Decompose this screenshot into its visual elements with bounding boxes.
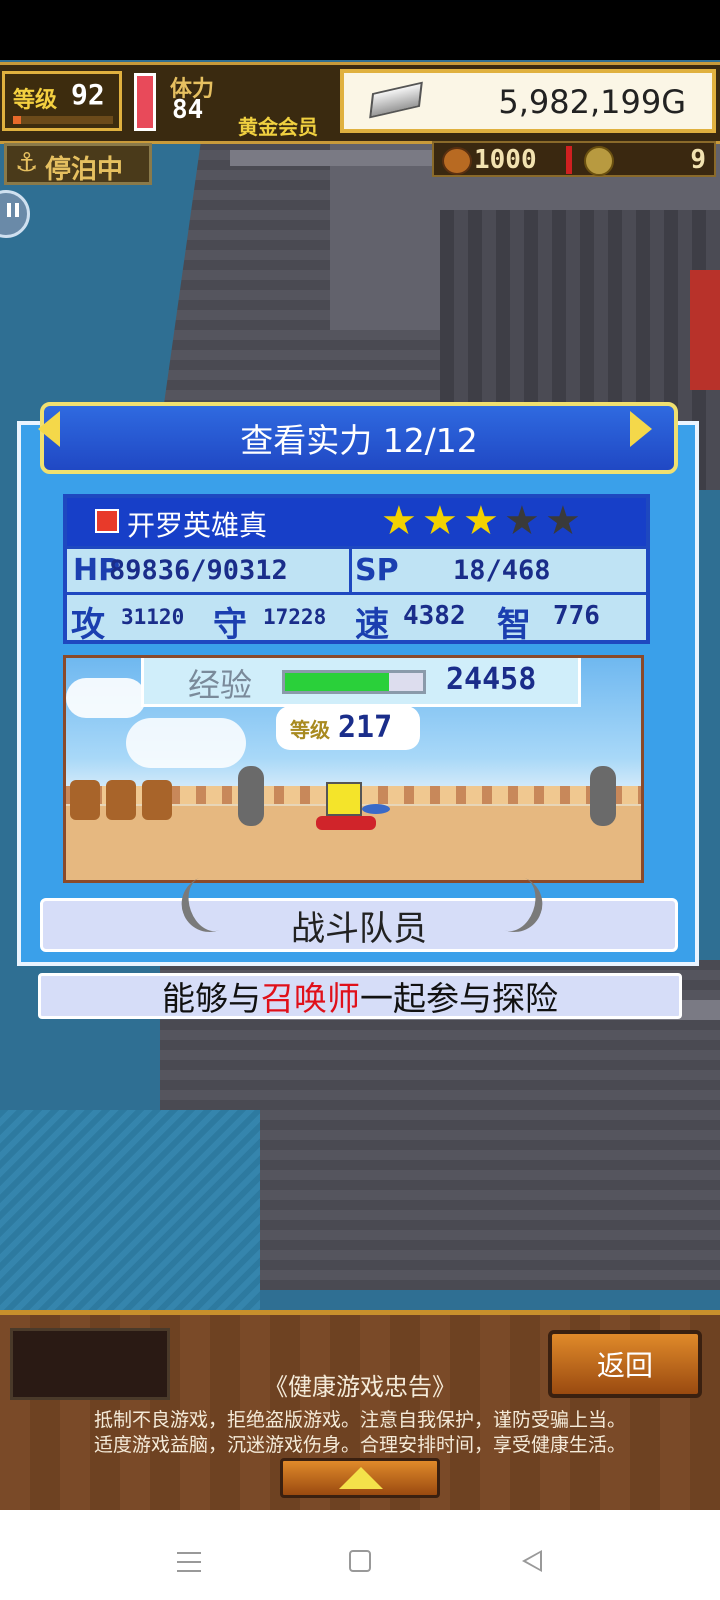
hp-gauge <box>134 73 156 131</box>
star-filled-icon: ★ <box>381 498 417 544</box>
hero-name: 开罗英雄真 <box>127 509 268 542</box>
up-arrow-icon <box>339 1467 383 1489</box>
home-icon[interactable] <box>349 1550 371 1572</box>
description-box: 能够与 召唤师 一起参与探险 <box>38 973 682 1019</box>
level-label: 等级 <box>13 88 58 113</box>
atk-label: 攻 <box>71 605 105 645</box>
anchor-icon: ⚓ <box>15 148 39 178</box>
crew-role-banner: 战斗队员 <box>40 898 678 952</box>
notice-line-2: 适度游戏益脑，沉迷游戏伤身。合理安排时间，享受健康生活。 <box>93 1434 626 1456</box>
hp-value: 89836/90312 <box>109 555 288 586</box>
gold-box: 5,982,199G <box>340 69 716 133</box>
atk-value: 31120 <box>121 605 185 629</box>
exp-bar <box>282 670 426 694</box>
gold-amount: 5,982,199G <box>498 83 686 121</box>
menu-icon[interactable] <box>177 1552 201 1572</box>
spd-label: 速 <box>355 605 389 645</box>
prev-arrow-button[interactable] <box>36 407 66 451</box>
stamina-value: 84 <box>172 95 204 125</box>
int-label: 智 <box>497 605 531 645</box>
notice-title: 《健康游戏忠告》 <box>264 1373 456 1401</box>
notice-line-1: 抵制不良游戏，拒绝盗版游戏。注意自我保护，谨防受骗上当。 <box>93 1409 626 1431</box>
sp-label: SP <box>355 553 399 588</box>
system-nav-bar <box>0 1510 720 1600</box>
chevron-right-icon <box>630 411 652 447</box>
spd-value: 4382 <box>403 601 466 631</box>
bread-icon <box>442 147 472 175</box>
top-hud: 等级 92 体力 84 黄金会员 5,982,199G <box>0 62 720 144</box>
chevron-left-icon <box>38 411 60 447</box>
food-value: 1000 <box>474 145 537 175</box>
level-box: 等级 92 <box>2 71 122 131</box>
rank-value: 217 <box>338 710 393 745</box>
star-empty-icon: ★ <box>545 498 581 544</box>
status-label: 停泊中 <box>45 155 124 185</box>
rank-bubble: 等级 217 <box>276 706 420 750</box>
coin-value: 9 <box>690 145 706 175</box>
exp-value: 24458 <box>446 662 537 697</box>
fire-element-icon <box>95 509 119 533</box>
star-rating: ★ ★ ★ ★ ★ <box>381 498 591 544</box>
hp-sp-row: HP 89836/90312 SP 18/468 <box>67 546 646 592</box>
silver-bar-icon <box>369 81 423 119</box>
cannon <box>238 766 264 826</box>
def-label: 守 <box>213 605 247 645</box>
crew-label: 战斗队员 <box>291 908 427 949</box>
hero-sprite <box>326 782 362 816</box>
membership-label: 黄金会员 <box>238 115 318 139</box>
barrel <box>142 780 172 820</box>
barrel <box>106 780 136 820</box>
coin-icon <box>584 146 614 176</box>
rank-label: 等级 <box>290 718 330 742</box>
level-value: 92 <box>71 78 105 111</box>
name-row: 开罗英雄真 ★ ★ ★ ★ ★ <box>67 498 646 546</box>
stats-block: 开罗英雄真 ★ ★ ★ ★ ★ HP 89836/90312 SP 18/468 攻 3… <box>63 494 650 645</box>
barrel <box>70 780 100 820</box>
star-filled-icon: ★ <box>422 498 458 544</box>
star-filled-icon: ★ <box>463 498 499 544</box>
star-empty-icon: ★ <box>504 498 540 544</box>
cannon <box>590 766 616 826</box>
anchor-status[interactable]: ⚓ 停泊中 <box>4 143 152 185</box>
panel-title: 查看实力 12/12 <box>240 421 478 460</box>
sp-value: 18/468 <box>453 555 551 586</box>
next-arrow-button[interactable] <box>626 407 656 451</box>
desc-highlight: 召唤师 <box>261 979 360 1018</box>
expand-button[interactable] <box>280 1458 440 1498</box>
attribute-row: 攻 31120 守 17228 速 4382 智 776 <box>67 592 646 645</box>
character-scene: 经验 24458 等级 217 <box>63 655 644 883</box>
resource-bar: 1000 9 <box>432 141 716 177</box>
exp-box: 经验 24458 <box>141 658 581 707</box>
desc-after: 一起参与探险 <box>360 979 558 1018</box>
def-value: 17228 <box>263 605 327 629</box>
panel-title-bar: 查看实力 12/12 <box>40 402 678 474</box>
desc-before: 能够与 <box>162 979 261 1018</box>
int-value: 776 <box>553 601 600 631</box>
exp-label: 经验 <box>188 666 253 704</box>
